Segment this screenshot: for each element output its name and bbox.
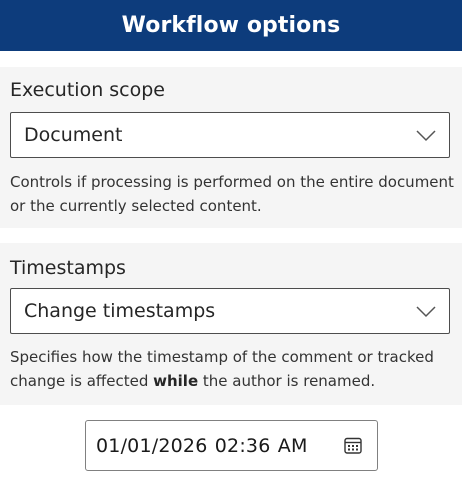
datetime-value: 01/01/2026 02:36 AM — [96, 434, 308, 457]
datetime-input[interactable]: 01/01/2026 02:36 AM — [85, 420, 378, 471]
timestamps-label: Timestamps — [10, 257, 126, 279]
page-title: Workflow options — [121, 13, 341, 38]
calendar-icon[interactable] — [344, 436, 362, 454]
execution-scope-help-text: Controls if processing is performed on t… — [10, 173, 454, 215]
timestamps-dropdown[interactable]: Change timestamps — [10, 288, 450, 334]
execution-scope-label: Execution scope — [10, 79, 165, 101]
chevron-down-icon — [416, 130, 436, 142]
execution-scope-dropdown[interactable]: Document — [10, 112, 450, 158]
execution-scope-section: Execution scope Document Controls if pro… — [0, 67, 462, 228]
timestamps-help-after: the author is renamed. — [198, 372, 376, 390]
header-bar: Workflow options — [0, 0, 462, 51]
timestamps-help-bold: while — [153, 372, 199, 390]
timestamps-section: Timestamps Change timestamps Specifies h… — [0, 243, 462, 405]
execution-scope-value: Document — [24, 124, 123, 146]
chevron-down-icon — [416, 306, 436, 318]
timestamps-help-text: Specifies how the timestamp of the comme… — [10, 345, 455, 393]
timestamps-value: Change timestamps — [24, 300, 216, 322]
